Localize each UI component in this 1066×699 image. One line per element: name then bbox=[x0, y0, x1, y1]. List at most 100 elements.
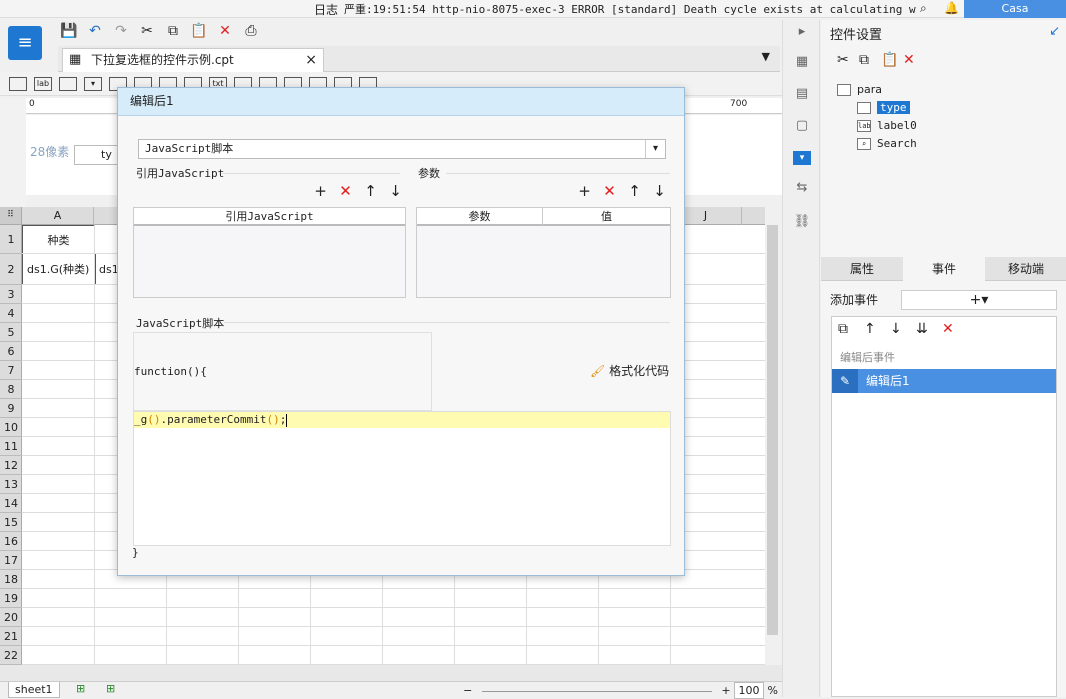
delete-icon[interactable]: ✕ bbox=[942, 321, 968, 337]
copy-icon[interactable]: ⧉ bbox=[859, 52, 881, 68]
tab-template-file[interactable]: ▦ 下拉复选框的控件示例.cpt × bbox=[62, 48, 324, 72]
edit-icon[interactable]: ✎ bbox=[832, 369, 858, 393]
zoom-plus-icon[interactable]: + bbox=[721, 684, 730, 697]
param-column-header: 参数 bbox=[417, 208, 543, 226]
row-header[interactable]: 13 bbox=[0, 475, 22, 494]
link-icon[interactable]: ⛓ bbox=[793, 214, 811, 232]
condition-icon[interactable]: ▤ bbox=[793, 86, 811, 104]
copy-icon[interactable]: ⧉ bbox=[162, 20, 184, 42]
row-header[interactable]: 19 bbox=[0, 589, 22, 608]
hyperlink-icon[interactable]: ⇆ bbox=[793, 180, 811, 198]
delete-icon[interactable]: ✕ bbox=[214, 20, 236, 42]
row-header[interactable]: 11 bbox=[0, 437, 22, 456]
app-menu-icon[interactable]: ≡ bbox=[8, 26, 42, 60]
tree-root[interactable]: para bbox=[837, 83, 882, 96]
scroll-thumb[interactable] bbox=[767, 225, 778, 635]
widget-combo-icon[interactable]: ▾ bbox=[84, 77, 102, 91]
code-editor[interactable]: _g().parameterCommit(); bbox=[133, 411, 671, 546]
copy-icon[interactable]: ⧉ bbox=[838, 321, 864, 337]
row-header[interactable]: 1 bbox=[0, 225, 22, 254]
move-down-icon[interactable]: ↓ bbox=[890, 321, 916, 337]
redo-icon[interactable]: ↷ bbox=[110, 20, 132, 42]
row-header[interactable]: 7 bbox=[0, 361, 22, 380]
add-icon[interactable]: + bbox=[572, 182, 597, 200]
widget-textbox-icon[interactable] bbox=[9, 77, 27, 91]
tree-item-type[interactable]: type bbox=[857, 101, 910, 114]
move-up-icon[interactable]: ↑ bbox=[358, 182, 383, 200]
row-header[interactable]: 8 bbox=[0, 380, 22, 399]
ref-js-table[interactable]: 引用JavaScript bbox=[133, 207, 406, 298]
row-header[interactable]: 15 bbox=[0, 513, 22, 532]
row-header[interactable]: 3 bbox=[0, 285, 22, 304]
frame-icon[interactable]: ▢ bbox=[793, 118, 811, 136]
cut-icon[interactable]: ✂ bbox=[136, 20, 158, 42]
zoom-minus-icon[interactable]: − bbox=[463, 684, 472, 697]
paste-icon[interactable]: 📋 bbox=[881, 52, 903, 68]
delete-icon[interactable]: ✕ bbox=[333, 182, 358, 200]
tab-properties[interactable]: 属性 bbox=[821, 257, 903, 281]
cell-a2[interactable]: ds1.G(种类) bbox=[22, 254, 95, 285]
row-header[interactable]: 6 bbox=[0, 342, 22, 361]
delete-icon[interactable]: ✕ bbox=[597, 182, 622, 200]
search-icon[interactable]: ⌕ bbox=[920, 1, 927, 16]
row-header[interactable]: 9 bbox=[0, 399, 22, 418]
tree-item-search[interactable]: ⌕ Search bbox=[857, 137, 917, 150]
tab-menu-icon[interactable]: ▼ bbox=[762, 50, 770, 63]
collapse-arrow-icon[interactable]: ▸ bbox=[793, 24, 811, 42]
move-down-icon[interactable]: ↓ bbox=[647, 182, 672, 200]
cut-icon[interactable]: ✂ bbox=[837, 52, 859, 68]
horizontal-scrollbar[interactable] bbox=[0, 665, 782, 681]
add-sheet-icon[interactable]: ⊞ bbox=[76, 682, 85, 695]
row-header[interactable]: 22 bbox=[0, 646, 22, 665]
delete-icon[interactable]: ✕ bbox=[903, 52, 925, 68]
row-header[interactable]: 20 bbox=[0, 608, 22, 627]
row-header[interactable]: 14 bbox=[0, 494, 22, 513]
row-header[interactable]: 4 bbox=[0, 304, 22, 323]
tab-events[interactable]: 事件 bbox=[903, 257, 985, 281]
tab-mobile[interactable]: 移动端 bbox=[985, 257, 1066, 281]
row-header[interactable]: 18 bbox=[0, 570, 22, 589]
event-type-select[interactable]: JavaScript脚本 ▾ bbox=[138, 139, 666, 159]
row-header[interactable]: 16 bbox=[0, 532, 22, 551]
add-icon[interactable]: + bbox=[308, 182, 333, 200]
user-name[interactable]: Casa bbox=[964, 0, 1066, 18]
row-header[interactable]: 21 bbox=[0, 627, 22, 646]
row-header[interactable]: 2 bbox=[0, 254, 22, 285]
add-report-icon[interactable]: ⊞ bbox=[106, 682, 115, 695]
chevron-down-icon[interactable]: ▾ bbox=[645, 140, 665, 158]
format-code-button[interactable]: 🖌 格式化代码 bbox=[590, 362, 669, 379]
code-line[interactable]: _g().parameterCommit(); bbox=[134, 412, 670, 428]
undo-icon[interactable]: ↶ bbox=[84, 20, 106, 42]
select-all-corner[interactable]: ⠿ bbox=[0, 207, 22, 225]
zoom-value[interactable]: 100 bbox=[734, 682, 765, 699]
move-bottom-icon[interactable]: ⇊ bbox=[916, 321, 942, 337]
vertical-scrollbar[interactable] bbox=[765, 207, 780, 665]
widget-settings-icon[interactable]: ▾ bbox=[793, 151, 811, 165]
paste-icon[interactable]: 📋 bbox=[188, 20, 210, 42]
save-icon[interactable]: 💾 bbox=[58, 20, 80, 42]
preview-icon[interactable]: ⎙ bbox=[240, 20, 262, 42]
log-label[interactable]: 日志 bbox=[314, 1, 338, 18]
cell-a1[interactable]: 种类 bbox=[22, 225, 95, 254]
zoom-slider[interactable] bbox=[481, 690, 712, 692]
sheet-tab[interactable]: sheet1 bbox=[8, 682, 60, 698]
row-header[interactable]: 17 bbox=[0, 551, 22, 570]
widget-button-icon[interactable] bbox=[59, 77, 77, 91]
search-widget-icon: ⌕ bbox=[857, 138, 871, 150]
widget-label-icon[interactable]: lab bbox=[34, 77, 52, 91]
add-event-button[interactable]: +▾ bbox=[901, 290, 1057, 310]
param-table[interactable]: 参数 值 bbox=[416, 207, 671, 298]
move-up-icon[interactable]: ↑ bbox=[622, 182, 647, 200]
bell-icon[interactable]: 🔔 bbox=[944, 1, 959, 15]
row-header[interactable]: 12 bbox=[0, 456, 22, 475]
cell-attr-icon[interactable]: ▦ bbox=[793, 54, 811, 72]
row-header[interactable]: 10 bbox=[0, 418, 22, 437]
column-header[interactable]: A bbox=[22, 207, 94, 225]
move-down-icon[interactable]: ↓ bbox=[383, 182, 408, 200]
event-item-selected[interactable]: ✎ 编辑后1 bbox=[832, 369, 1056, 393]
move-up-icon[interactable]: ↑ bbox=[864, 321, 890, 337]
close-icon[interactable]: × bbox=[305, 49, 317, 71]
pin-icon[interactable]: ↙ bbox=[1049, 24, 1060, 39]
tree-item-label0[interactable]: lab label0 bbox=[857, 119, 917, 132]
row-header[interactable]: 5 bbox=[0, 323, 22, 342]
